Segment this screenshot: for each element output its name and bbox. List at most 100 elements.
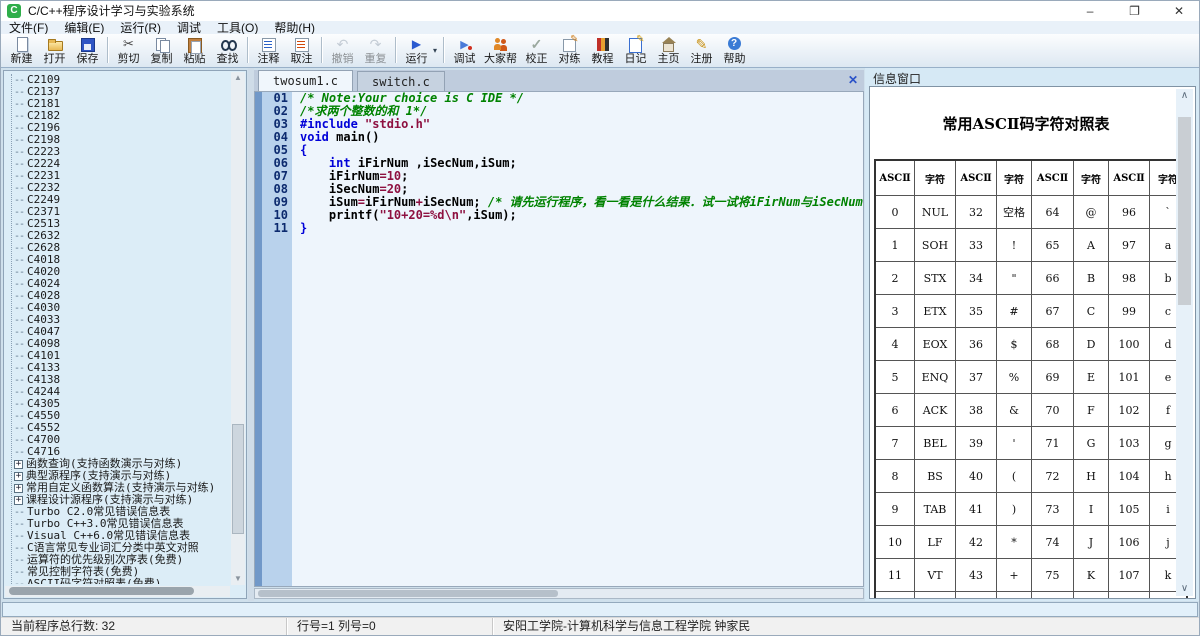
- toolbar-home-button[interactable]: 主页: [652, 34, 685, 65]
- code-editor[interactable]: 01/* Note:Your choice is C IDE */02/*求两个…: [254, 91, 864, 587]
- toolbar-debug-button[interactable]: 调试: [448, 34, 481, 65]
- ascii-cell: 72: [1032, 460, 1074, 493]
- editor-hscrollbar-thumb[interactable]: [258, 590, 558, 597]
- ascii-row: 3ETX35#67C99c: [875, 295, 1187, 328]
- ascii-row: 0NUL32空格64@96`: [875, 196, 1187, 229]
- ascii-cell: 8: [875, 460, 915, 493]
- ascii-cell: 74: [1032, 526, 1074, 559]
- ascii-cell: C: [1074, 295, 1109, 328]
- toolbar-save-button[interactable]: 保存: [71, 34, 104, 65]
- tree-expand-icon[interactable]: [14, 496, 23, 505]
- close-tab-icon[interactable]: ✕: [848, 73, 858, 87]
- title-bar: C C/C++程序设计学习与实验系统 – ❐ ✕: [1, 1, 1199, 21]
- tree-expand-icon[interactable]: [14, 460, 23, 469]
- toolbar-comment-button[interactable]: 注释: [252, 34, 285, 65]
- toolbar-undo-button[interactable]: 撤销: [326, 34, 359, 65]
- ascii-cell: VT: [915, 559, 956, 592]
- tab-twosum1-c[interactable]: twosum1.c: [258, 70, 353, 91]
- tree-item-label: ASCII码字符对照表(免费): [27, 578, 161, 584]
- home-icon: [660, 36, 678, 52]
- ascii-row: 9TAB41)73I105i: [875, 493, 1187, 526]
- gutter-strip: [255, 105, 262, 118]
- minimize-icon[interactable]: –: [1070, 1, 1110, 21]
- line-number: 11: [262, 222, 292, 235]
- toolbar-find-button[interactable]: 查找: [211, 34, 244, 65]
- code-token: }: [300, 221, 307, 235]
- cut-icon: [120, 36, 138, 52]
- tree-expand-icon[interactable]: [14, 484, 23, 493]
- code-token: =: [358, 195, 365, 209]
- info-vertical-scrollbar[interactable]: ∧ ∨: [1176, 89, 1193, 596]
- toolbar-check-button[interactable]: 校正: [520, 34, 553, 65]
- editor-tabs: twosum1.cswitch.c: [254, 73, 445, 90]
- restore-icon[interactable]: ❐: [1115, 1, 1155, 21]
- app-window: C C/C++程序设计学习与实验系统 – ❐ ✕ 文件(F)编辑(E)运行(R)…: [0, 0, 1200, 636]
- close-icon[interactable]: ✕: [1159, 1, 1199, 21]
- ascii-cell: BEL: [915, 427, 956, 460]
- ascii-cell: STX: [915, 262, 956, 295]
- toolbar-button-label: 注释: [258, 53, 280, 65]
- code-token: main(): [329, 130, 380, 144]
- ascii-cell: 36: [956, 328, 997, 361]
- run-icon: [408, 36, 426, 52]
- run-dropdown-arrow-icon[interactable]: ▾: [433, 46, 437, 55]
- toolbar-paste-button[interactable]: 粘贴: [178, 34, 211, 65]
- toolbar-cut-button[interactable]: 剪切: [112, 34, 145, 65]
- ascii-cell: 105: [1109, 493, 1150, 526]
- code-token: =20: [379, 182, 401, 196]
- tree-expand-icon[interactable]: [14, 472, 23, 481]
- toolbar-help-button[interactable]: 帮助: [718, 34, 751, 65]
- ascii-column-header: 字符: [1074, 160, 1109, 196]
- ascii-cell: $: [997, 328, 1032, 361]
- info-scrollbar-thumb[interactable]: [1178, 117, 1191, 305]
- editor-panel: twosum1.cswitch.c ✕ 01/* Note:Your choic…: [254, 68, 864, 599]
- scroll-up-arrow-icon[interactable]: ▲: [231, 72, 245, 84]
- ascii-cell: +: [997, 559, 1032, 592]
- gutter-strip: [255, 131, 262, 144]
- code-token: [358, 117, 365, 131]
- toolbar-button-label: 取注: [291, 53, 313, 65]
- toolbar-copy-button[interactable]: 复制: [145, 34, 178, 65]
- toolbar-button-label: 新建: [11, 53, 33, 65]
- toolbar-diary-button[interactable]: 日记: [619, 34, 652, 65]
- ascii-cell: &: [997, 394, 1032, 427]
- scroll-down-arrow-icon[interactable]: ▼: [231, 573, 245, 585]
- toolbar-books-button[interactable]: 教程: [586, 34, 619, 65]
- toolbar-register-button[interactable]: 注册: [685, 34, 718, 65]
- toolbar-button-label: 查找: [217, 53, 239, 65]
- ascii-cell: BS: [915, 460, 956, 493]
- tree-vertical-scrollbar[interactable]: ▲ ▼: [231, 72, 245, 585]
- tree-scrollbar-thumb[interactable]: [232, 424, 244, 534]
- toolbar-people-button[interactable]: 大家帮: [481, 34, 520, 65]
- tree-hscrollbar-thumb[interactable]: [9, 587, 194, 595]
- ascii-row: 5ENQ37%69E101e: [875, 361, 1187, 394]
- ascii-cell: ': [997, 427, 1032, 460]
- toolbar-redo-button[interactable]: 重复: [359, 34, 392, 65]
- tree-horizontal-scrollbar[interactable]: [5, 586, 230, 597]
- tree-item[interactable]: ASCII码字符对照表(免费): [14, 578, 230, 584]
- ascii-cell: 98: [1109, 262, 1150, 295]
- message-bar: [2, 602, 1198, 617]
- status-cursor-position: 行号=1 列号=0: [287, 618, 493, 635]
- gutter-strip: [255, 157, 262, 170]
- toolbar-separator: [395, 37, 397, 63]
- tab-switch-c[interactable]: switch.c: [357, 71, 445, 91]
- ascii-cell: ": [997, 262, 1032, 295]
- scroll-up-chevron-icon[interactable]: ∧: [1176, 89, 1193, 103]
- ascii-cell: 97: [1109, 229, 1150, 262]
- toolbar-run-button[interactable]: 运行: [400, 34, 433, 65]
- toolbar-uncomment-button[interactable]: 取注: [285, 34, 318, 65]
- info-panel: 信息窗口 常用ASCⅡ码字符对照表 ASCⅡ字符ASCⅡ字符ASCⅡ字符ASCⅡ…: [865, 68, 1199, 601]
- ascii-table: ASCⅡ字符ASCⅡ字符ASCⅡ字符ASCⅡ字符0NUL32空格64@96`1S…: [874, 159, 1188, 599]
- ascii-cell: 5: [875, 361, 915, 394]
- ascii-cell: 107: [1109, 559, 1150, 592]
- diary-icon: [627, 36, 645, 52]
- toolbar-practice-button[interactable]: 对练: [553, 34, 586, 65]
- toolbar-new-button[interactable]: 新建: [5, 34, 38, 65]
- scroll-down-chevron-icon[interactable]: ∨: [1176, 582, 1193, 596]
- ascii-cell: NUL: [915, 196, 956, 229]
- editor-horizontal-scrollbar[interactable]: [254, 588, 864, 599]
- toolbar-open-button[interactable]: 打开: [38, 34, 71, 65]
- ascii-cell: D: [1074, 328, 1109, 361]
- app-icon: C: [7, 4, 21, 18]
